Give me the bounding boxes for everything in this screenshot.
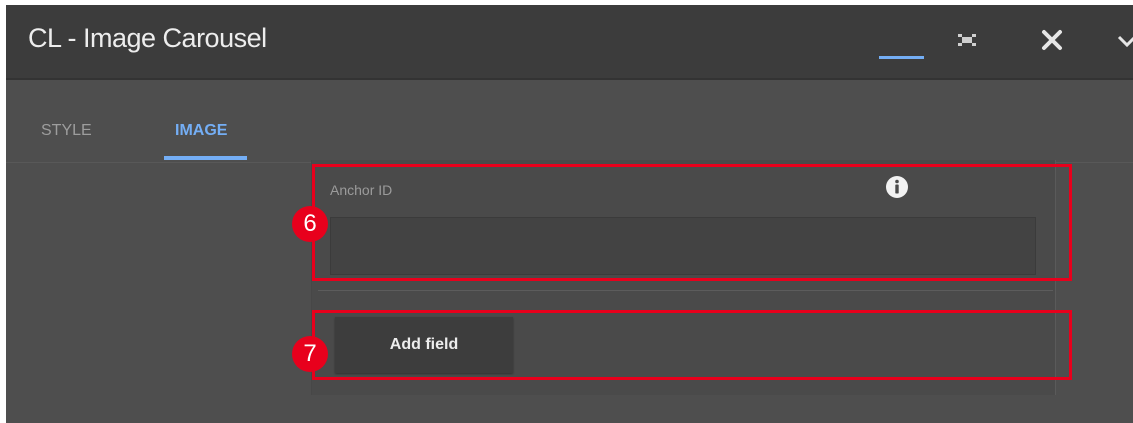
annotation-box-6 [312, 164, 1072, 281]
tab-image[interactable]: IMAGE [175, 122, 227, 140]
annotation-badge-7: 7 [292, 336, 328, 372]
minimize-icon[interactable] [879, 56, 924, 59]
chevron-down-icon[interactable] [1117, 33, 1133, 49]
dialog-title: CL - Image Carousel [28, 23, 267, 53]
tab-bar: STYLE IMAGE [6, 80, 1133, 163]
field-divider [318, 290, 1053, 291]
close-icon[interactable] [1041, 29, 1063, 51]
annotation-badge-6: 6 [292, 206, 328, 242]
fullscreen-icon[interactable] [957, 33, 977, 47]
tab-style[interactable]: STYLE [41, 122, 92, 140]
title-bar: CL - Image Carousel [6, 5, 1133, 80]
active-tab-indicator [164, 156, 247, 160]
annotation-box-7 [312, 310, 1072, 380]
